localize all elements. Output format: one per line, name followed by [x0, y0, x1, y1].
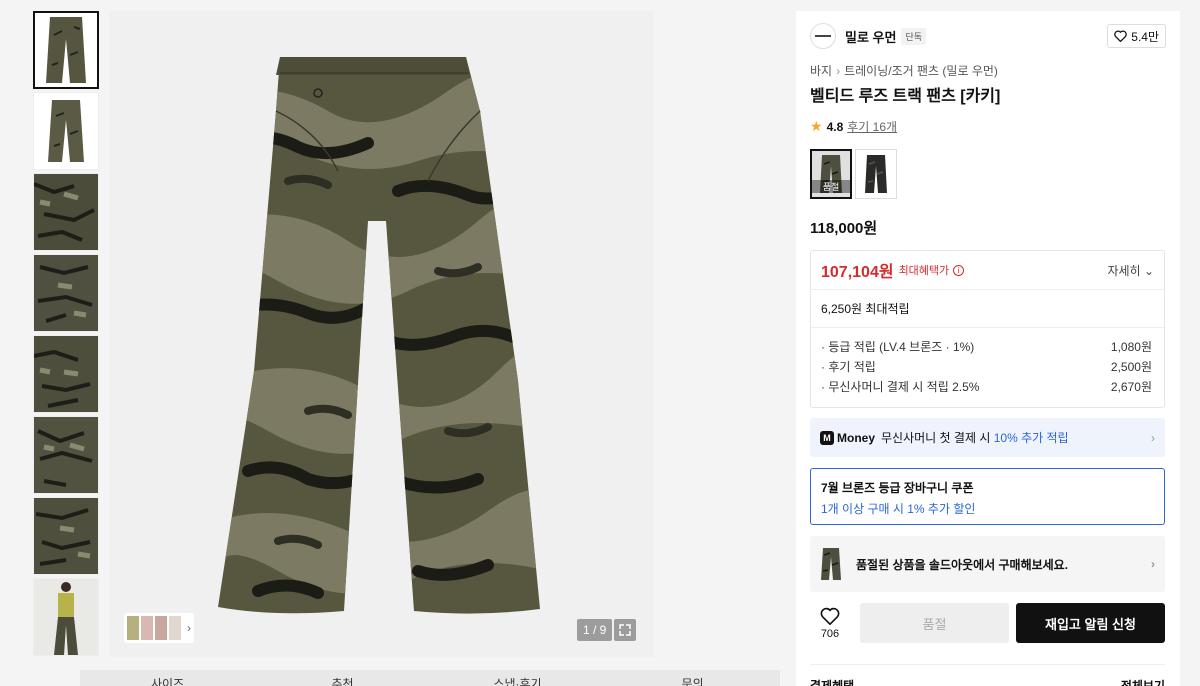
coupon-title: 7월 브론즈 등급 장바구니 쿠폰 — [821, 481, 974, 495]
money-banner[interactable]: M Money 무신사머니 첫 결제 시 10% 추가 적립 › — [810, 418, 1165, 457]
mini-thumb-1[interactable] — [127, 616, 139, 640]
wishlist-button[interactable]: 706 — [810, 607, 850, 640]
color-options: 품절 — [810, 149, 897, 199]
thumbnail-2[interactable] — [33, 92, 99, 170]
tab-recommend[interactable]: 추천 — [255, 670, 430, 686]
wishlist-count: 706 — [820, 627, 840, 640]
points-row-label: · 무신사머니 결제 시 적립 2.5% — [821, 380, 980, 394]
money-highlight: 10% 추가 적립 — [993, 431, 1069, 445]
chevron-right-icon[interactable]: › — [187, 621, 191, 635]
thumbnail-5[interactable] — [33, 335, 99, 413]
thumbnail-7[interactable] — [33, 497, 99, 575]
main-product-image[interactable]: › 1 / 9 — [110, 11, 654, 657]
tab-snap-review[interactable]: 스냅·후기 — [430, 670, 605, 686]
soldout-button[interactable]: 품절 — [860, 603, 1009, 643]
restock-alert-button[interactable]: 재입고 알림 신청 — [1016, 603, 1165, 643]
payment-benefit-row: 결제혜택 전체보기 — [810, 664, 1165, 686]
money-brand: Money — [837, 430, 876, 445]
mini-thumb-4[interactable] — [169, 616, 181, 640]
rating-row: ★ 4.8 후기 16개 — [810, 118, 897, 135]
soldout-banner-text: 품절된 상품을 솔드아웃에서 구매해보세요. — [856, 557, 1069, 572]
tab-inquiry[interactable]: 문의 — [605, 670, 780, 686]
breadcrumb-category[interactable]: 바지 — [810, 64, 832, 78]
points-row-label: · 후기 적립 — [821, 360, 876, 374]
brand-like-button[interactable]: 5.4만 — [1107, 24, 1166, 48]
payment-benefit-label: 결제혜택 — [810, 679, 855, 686]
mini-thumb-2[interactable] — [141, 616, 153, 640]
brand-logo[interactable] — [810, 23, 836, 49]
points-row-value: 2,500원 — [1110, 360, 1152, 374]
detail-label: 자세히 — [1107, 263, 1141, 278]
points-total: 6,250원 최대적립 — [811, 290, 1164, 328]
max-benefit-label: 최대혜택가 — [898, 265, 950, 277]
points-breakdown: · 등급 적립 (LV.4 브론즈 · 1%) 1,080원 · 후기 적립 2,5… — [811, 328, 1164, 398]
thumbnail-list — [33, 11, 99, 659]
chevron-right-icon: › — [1151, 430, 1155, 445]
soldout-banner[interactable]: 품절된 상품을 솔드아웃에서 구매해보세요. › — [810, 536, 1165, 592]
points-row-value: 1,080원 — [1110, 340, 1152, 354]
info-icon[interactable]: i — [953, 264, 965, 276]
breadcrumb: 바지 › 트레이닝/조거 팬츠 (밀로 우먼) — [810, 62, 998, 79]
points-row: · 후기 적립 2,500원 — [821, 358, 1152, 378]
detail-tabs: 사이즈 추천 스냅·후기 문의 — [80, 670, 780, 686]
benefit-box: 107,104원 최대혜택가 i 자세히 ⌄ 6,250원 최대적립 · 등급 … — [810, 250, 1165, 408]
action-bar: 706 품절 재입고 알림 신청 — [810, 603, 1165, 643]
coupon-subtitle: 1개 이상 구매 시 1% 추가 할인 — [821, 502, 976, 516]
points-row: · 무신사머니 결제 시 적립 2.5% 2,670원 — [821, 378, 1152, 398]
breadcrumb-subcategory[interactable]: 트레이닝/조거 팬츠 (밀로 우먼) — [844, 64, 998, 78]
color-option-khaki[interactable]: 품절 — [810, 149, 852, 199]
money-text: 무신사머니 첫 결제 시 — [881, 431, 991, 445]
heart-icon — [820, 607, 840, 625]
product-title: 벨티드 루즈 트랙 팬츠 [카키] — [810, 88, 1001, 105]
rating-score: 4.8 — [826, 119, 844, 134]
coupon-box[interactable]: 7월 브론즈 등급 장바구니 쿠폰 1개 이상 구매 시 1% 추가 할인 — [810, 468, 1165, 525]
product-thumbnail — [821, 548, 841, 580]
color-option-black[interactable] — [855, 149, 897, 199]
original-price: 118,000원 — [810, 220, 878, 237]
payment-view-all[interactable]: 전체보기 — [1121, 677, 1165, 686]
brand-name[interactable]: 밀로 우먼 — [845, 27, 896, 46]
review-link[interactable]: 후기 16개 — [847, 118, 897, 135]
sold-out-label: 품절 — [812, 180, 850, 193]
thumbnail-8[interactable] — [33, 578, 99, 656]
product-page: › 1 / 9 사이즈 추천 스냅·후기 문의 밀로 우먼 단독 5.4만 바지… — [0, 0, 1200, 686]
mini-thumb-3[interactable] — [155, 616, 167, 640]
mini-gallery[interactable]: › — [124, 613, 194, 643]
chevron-right-icon: › — [836, 64, 841, 78]
sale-price: 107,104원 — [821, 264, 894, 281]
product-info-panel: 밀로 우먼 단독 5.4만 바지 › 트레이닝/조거 팬츠 (밀로 우먼) 벨티드 … — [796, 11, 1180, 686]
thumbnail-6[interactable] — [33, 416, 99, 494]
tab-size[interactable]: 사이즈 — [80, 670, 255, 686]
detail-toggle[interactable]: 자세히 ⌄ — [1107, 262, 1154, 279]
heart-icon — [1114, 30, 1128, 42]
chevron-down-icon: ⌄ — [1143, 263, 1154, 278]
brand-like-count: 5.4만 — [1131, 29, 1159, 44]
star-icon: ★ — [810, 118, 823, 134]
brand-row: 밀로 우먼 단독 5.4만 — [810, 23, 1166, 49]
benefit-header[interactable]: 107,104원 최대혜택가 i 자세히 ⌄ — [811, 251, 1164, 290]
thumbnail-4[interactable] — [33, 254, 99, 332]
expand-icon[interactable] — [614, 619, 636, 641]
image-pager: 1 / 9 — [577, 619, 613, 641]
points-row: · 등급 적립 (LV.4 브론즈 · 1%) 1,080원 — [821, 338, 1152, 358]
points-row-value: 2,670원 — [1110, 380, 1152, 394]
points-row-label: · 등급 적립 (LV.4 브론즈 · 1%) — [821, 340, 975, 354]
thumbnail-3[interactable] — [33, 173, 99, 251]
thumbnail-1[interactable] — [33, 11, 99, 89]
exclusive-badge: 단독 — [901, 27, 927, 45]
chevron-right-icon: › — [1151, 557, 1155, 571]
camo-pants-image — [218, 57, 540, 614]
money-logo-icon: M — [820, 430, 834, 445]
